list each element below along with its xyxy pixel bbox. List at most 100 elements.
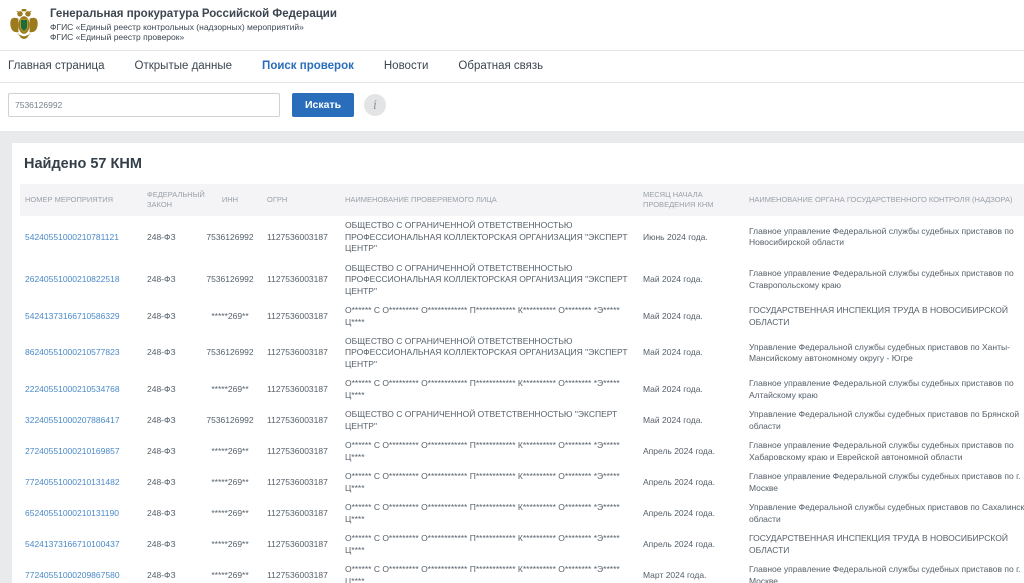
- ogrn-cell: 1127536003187: [262, 332, 340, 374]
- inspected-name-cell: О****** С О********* О************ П****…: [340, 560, 638, 583]
- column-header-start-month: МЕСЯЦ НАЧАЛА ПРОВЕДЕНИЯ КНМ: [638, 184, 744, 216]
- start-month-cell: Апрель 2024 года.: [638, 529, 744, 560]
- event-number-link[interactable]: 77240551000209867580: [25, 570, 120, 580]
- ogrn-cell: 1127536003187: [262, 301, 340, 332]
- inspected-name-cell: О****** С О********* О************ П****…: [340, 529, 638, 560]
- ogrn-cell: 1127536003187: [262, 216, 340, 258]
- column-header-inspected-name: НАИМЕНОВАНИЕ ПРОВЕРЯЕМОГО ЛИЦА: [340, 184, 638, 216]
- table-row: 54241373166710586329 248-ФЗ *****269** 1…: [20, 301, 1024, 332]
- org-name: Генеральная прокуратура Российской Федер…: [50, 8, 337, 22]
- table-header-row: НОМЕР МЕРОПРИЯТИЯ ФЕДЕРАЛЬНЫЙ ЗАКОН ИНН …: [20, 184, 1024, 216]
- nav-item-home[interactable]: Главная страница: [8, 60, 105, 72]
- info-icon[interactable]: i: [364, 94, 386, 116]
- system-name-1: ФГИС «Единый реестр контрольных (надзорн…: [50, 22, 337, 32]
- start-month-cell: Март 2024 года.: [638, 560, 744, 583]
- start-month-cell: Июнь 2024 года.: [638, 216, 744, 258]
- event-number-link[interactable]: 22240551000210534768: [25, 384, 120, 394]
- authority-cell: Главное управление Федеральной службы су…: [744, 216, 1024, 258]
- start-month-cell: Май 2024 года.: [638, 301, 744, 332]
- inn-cell: *****269**: [198, 467, 262, 498]
- nav-item-feedback[interactable]: Обратная связь: [458, 60, 543, 72]
- table-row: 27240551000210169857 248-ФЗ *****269** 1…: [20, 436, 1024, 467]
- table-row: 54240551000210781121 248-ФЗ 7536126992 1…: [20, 216, 1024, 258]
- column-header-ogrn: ОГРН: [262, 184, 340, 216]
- event-number-link[interactable]: 32240551000207886417: [25, 415, 120, 425]
- authority-cell: Главное управление Федеральной службы су…: [744, 374, 1024, 405]
- federal-law-cell: 248-ФЗ: [142, 405, 198, 436]
- table-row: 77240551000210131482 248-ФЗ *****269** 1…: [20, 467, 1024, 498]
- search-section: Искать i: [0, 83, 1024, 131]
- start-month-cell: Май 2024 года.: [638, 374, 744, 405]
- event-number-link[interactable]: 86240551000210577823: [25, 347, 120, 357]
- start-month-cell: Май 2024 года.: [638, 332, 744, 374]
- inspected-name-cell: О****** С О********* О************ П****…: [340, 436, 638, 467]
- inspected-name-cell: ОБЩЕСТВО С ОГРАНИЧЕННОЙ ОТВЕТСТВЕННОСТЬЮ…: [340, 259, 638, 301]
- inn-cell: *****269**: [198, 498, 262, 529]
- authority-cell: ГОСУДАРСТВЕННАЯ ИНСПЕКЦИЯ ТРУДА В НОВОСИ…: [744, 301, 1024, 332]
- inspected-name-cell: О****** С О********* О************ П****…: [340, 467, 638, 498]
- inn-cell: *****269**: [198, 301, 262, 332]
- main-nav: Главная страница Открытые данные Поиск п…: [0, 50, 1024, 83]
- federal-law-cell: 248-ФЗ: [142, 374, 198, 405]
- inspected-name-cell: О****** С О********* О************ П****…: [340, 301, 638, 332]
- event-number-link[interactable]: 54241373166710586329: [25, 311, 120, 321]
- table-row: 54241373166710100437 248-ФЗ *****269** 1…: [20, 529, 1024, 560]
- column-header-event-number: НОМЕР МЕРОПРИЯТИЯ: [20, 184, 142, 216]
- event-number-link[interactable]: 77240551000210131482: [25, 477, 120, 487]
- ogrn-cell: 1127536003187: [262, 436, 340, 467]
- inn-cell: 7536126992: [198, 259, 262, 301]
- federal-law-cell: 248-ФЗ: [142, 529, 198, 560]
- event-number-link[interactable]: 65240551000210131190: [25, 508, 119, 518]
- ogrn-cell: 1127536003187: [262, 498, 340, 529]
- search-input[interactable]: [8, 93, 280, 117]
- start-month-cell: Май 2024 года.: [638, 259, 744, 301]
- authority-cell: Главное управление Федеральной службы су…: [744, 259, 1024, 301]
- prosecutor-emblem-icon: [8, 7, 40, 43]
- event-number-link[interactable]: 54240551000210781121: [25, 232, 119, 242]
- federal-law-cell: 248-ФЗ: [142, 332, 198, 374]
- start-month-cell: Апрель 2024 года.: [638, 467, 744, 498]
- table-row: 65240551000210131190 248-ФЗ *****269** 1…: [20, 498, 1024, 529]
- authority-cell: Главное управление Федеральной службы су…: [744, 560, 1024, 583]
- nav-item-news[interactable]: Новости: [384, 60, 429, 72]
- inn-cell: 7536126992: [198, 332, 262, 374]
- table-row: 32240551000207886417 248-ФЗ 7536126992 1…: [20, 405, 1024, 436]
- authority-cell: Управление Федеральной службы судебных п…: [744, 405, 1024, 436]
- results-table: НОМЕР МЕРОПРИЯТИЯ ФЕДЕРАЛЬНЫЙ ЗАКОН ИНН …: [20, 184, 1024, 583]
- column-header-federal-law: ФЕДЕРАЛЬНЫЙ ЗАКОН: [142, 184, 198, 216]
- inspected-name-cell: ОБЩЕСТВО С ОГРАНИЧЕННОЙ ОТВЕТСТВЕННОСТЬЮ…: [340, 405, 638, 436]
- authority-cell: ГОСУДАРСТВЕННАЯ ИНСПЕКЦИЯ ТРУДА В НОВОСИ…: [744, 529, 1024, 560]
- ogrn-cell: 1127536003187: [262, 467, 340, 498]
- federal-law-cell: 248-ФЗ: [142, 467, 198, 498]
- results-panel: Найдено 57 КНМ НОМЕР МЕРОПРИЯТИЯ ФЕДЕРАЛ…: [12, 143, 1024, 583]
- inspected-name-cell: О****** С О********* О************ П****…: [340, 374, 638, 405]
- nav-item-open-data[interactable]: Открытые данные: [135, 60, 233, 72]
- start-month-cell: Апрель 2024 года.: [638, 436, 744, 467]
- federal-law-cell: 248-ФЗ: [142, 436, 198, 467]
- ogrn-cell: 1127536003187: [262, 560, 340, 583]
- authority-cell: Управление Федеральной службы судебных п…: [744, 332, 1024, 374]
- authority-cell: Управление Федеральной службы судебных п…: [744, 498, 1024, 529]
- event-number-link[interactable]: 26240551000210822518: [25, 274, 120, 284]
- results-table-body: 54240551000210781121 248-ФЗ 7536126992 1…: [20, 216, 1024, 583]
- inspected-name-cell: ОБЩЕСТВО С ОГРАНИЧЕННОЙ ОТВЕТСТВЕННОСТЬЮ…: [340, 332, 638, 374]
- table-row: 22240551000210534768 248-ФЗ *****269** 1…: [20, 374, 1024, 405]
- column-header-authority: НАИМЕНОВАНИЕ ОРГАНА ГОСУДАРСТВЕННОГО КОН…: [744, 184, 1024, 216]
- search-button[interactable]: Искать: [292, 93, 354, 117]
- system-name-2: ФГИС «Единый реестр проверок»: [50, 32, 337, 42]
- ogrn-cell: 1127536003187: [262, 259, 340, 301]
- nav-item-search-inspections[interactable]: Поиск проверок: [262, 60, 354, 72]
- federal-law-cell: 248-ФЗ: [142, 216, 198, 258]
- start-month-cell: Май 2024 года.: [638, 405, 744, 436]
- authority-cell: Главное управление Федеральной службы су…: [744, 467, 1024, 498]
- event-number-link[interactable]: 54241373166710100437: [25, 539, 120, 549]
- federal-law-cell: 248-ФЗ: [142, 259, 198, 301]
- column-header-inn: ИНН: [198, 184, 262, 216]
- inspected-name-cell: ОБЩЕСТВО С ОГРАНИЧЕННОЙ ОТВЕТСТВЕННОСТЬЮ…: [340, 216, 638, 258]
- authority-cell: Главное управление Федеральной службы су…: [744, 436, 1024, 467]
- inn-cell: 7536126992: [198, 216, 262, 258]
- federal-law-cell: 248-ФЗ: [142, 498, 198, 529]
- site-header: Генеральная прокуратура Российской Федер…: [0, 0, 1024, 50]
- event-number-link[interactable]: 27240551000210169857: [25, 446, 120, 456]
- table-row: 86240551000210577823 248-ФЗ 7536126992 1…: [20, 332, 1024, 374]
